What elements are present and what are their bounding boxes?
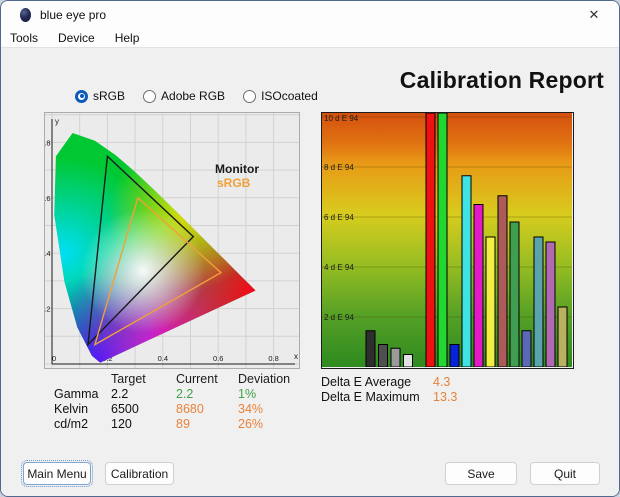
table-header-empty <box>54 372 111 387</box>
color-space-selector: sRGB Adobe RGB ISOcoated <box>75 89 318 103</box>
close-icon[interactable]: ✕ <box>579 4 609 25</box>
delta-e-average-label: Delta E Average <box>321 375 412 389</box>
title-bar: blue eye pro ✕ <box>1 1 619 28</box>
app-icon <box>20 7 31 22</box>
client-area: Calibration Report sRGB Adobe RGB ISOcoa… <box>1 49 619 496</box>
delta-e-chart-panel: 2 d E 94 4 d E 94 6 d E 94 8 d E 94 10 d E 9… <box>321 112 574 369</box>
radio-icon[interactable] <box>75 89 88 103</box>
bar-teal <box>533 236 544 367</box>
cie-chromaticity-diagram: 00.20.40.60.80.20.40.60.8xy Monitor sRGB <box>45 113 299 368</box>
row-label: Gamma <box>54 387 99 401</box>
table-header-deviation: Deviation <box>238 372 291 386</box>
menu-item-device[interactable]: Device <box>48 29 105 47</box>
bar-purple <box>545 241 556 367</box>
y-tick-label: 10 d E 94 <box>324 114 359 123</box>
menu-item-tools[interactable]: Tools <box>1 29 48 47</box>
y-tick-label: 8 d E 94 <box>324 163 354 172</box>
delta-e-bar-chart: 2 d E 94 4 d E 94 6 d E 94 8 d E 94 10 d E 9… <box>322 113 572 367</box>
x-tick-label: 0.8 <box>268 354 278 363</box>
x-tick-label: 0 <box>52 354 56 363</box>
bar-red <box>425 113 436 367</box>
row-current: 2.2 <box>176 387 194 401</box>
bar-red-brown <box>497 195 508 367</box>
y-tick-label: 0.8 <box>45 138 51 147</box>
calibration-button[interactable]: Calibration <box>105 462 174 485</box>
y-tick-label: 0.4 <box>45 249 51 258</box>
radio-icon[interactable] <box>243 89 257 103</box>
bar-olive <box>557 306 568 367</box>
row-current: 8680 <box>176 402 204 416</box>
delta-e-summary: Delta E Average 4.3 Delta E Maximum 13.3 <box>321 375 457 405</box>
row-target: 6500 <box>111 402 139 416</box>
radio-option-srgb[interactable]: sRGB <box>75 89 125 103</box>
page-title: Calibration Report <box>399 67 604 93</box>
results-table: Target Current Deviation Gamma 2.2 2.2 1… <box>54 372 313 432</box>
x-tick-label: 0.6 <box>213 354 223 363</box>
cie-spectrum-locus <box>54 133 256 363</box>
main-menu-button[interactable]: Main Menu <box>21 460 93 487</box>
y-tick-label: 0.2 <box>45 305 51 314</box>
radio-label: Adobe RGB <box>161 89 226 103</box>
y-tick-label: 6 d E 94 <box>324 213 354 222</box>
row-label: Kelvin <box>54 402 89 416</box>
bar-gray-light <box>403 354 413 367</box>
bar-gray-medium-dark <box>378 344 388 367</box>
legend-srgb-label: sRGB <box>217 176 251 190</box>
save-button[interactable]: Save <box>445 462 517 485</box>
menu-bar: Tools Device Help <box>1 28 619 48</box>
row-target: 2.2 <box>111 387 129 401</box>
y-tick-label: 0.6 <box>45 194 51 203</box>
delta-e-average-value: 4.3 <box>433 375 451 389</box>
cie-diagram-panel: 00.20.40.60.80.20.40.60.8xy Monitor sRGB <box>44 112 300 369</box>
bar-gray-dark <box>365 330 376 367</box>
y-tick-label: 4 d E 94 <box>324 263 354 272</box>
radio-option-isocoated[interactable]: ISOcoated <box>243 89 318 103</box>
row-deviation: 1% <box>238 387 257 401</box>
bar-yellow <box>485 236 496 367</box>
radio-icon[interactable] <box>143 89 157 103</box>
row-deviation: 34% <box>238 402 264 416</box>
row-deviation: 26% <box>238 417 264 431</box>
legend-monitor-label: Monitor <box>215 162 259 176</box>
y-tick-label: 2 d E 94 <box>324 313 354 322</box>
bar-cyan <box>461 175 472 367</box>
y-axis-label: y <box>55 117 59 126</box>
radio-label: ISOcoated <box>261 89 318 103</box>
bar-green <box>437 113 448 367</box>
table-header-target: Target <box>111 372 146 386</box>
row-target: 120 <box>111 417 132 431</box>
bar-slate-blue <box>521 330 532 367</box>
menu-item-help[interactable]: Help <box>105 29 150 47</box>
table-header-current: Current <box>176 372 218 386</box>
radio-label: sRGB <box>93 89 126 103</box>
delta-e-maximum-label: Delta E Maximum <box>321 390 420 404</box>
x-axis-label: x <box>294 352 298 361</box>
bar-magenta <box>473 204 484 367</box>
window-title: blue eye pro <box>40 7 107 22</box>
bar-blue <box>449 344 460 367</box>
delta-e-maximum-value: 13.3 <box>433 390 458 404</box>
quit-button[interactable]: Quit <box>530 462 600 485</box>
row-label: cd/m2 <box>54 417 89 431</box>
bar-sea-green <box>509 221 520 367</box>
radio-option-adobe-rgb[interactable]: Adobe RGB <box>143 89 225 103</box>
bar-gray-medium <box>390 347 401 367</box>
row-current: 89 <box>176 417 190 431</box>
x-tick-label: 0.4 <box>158 354 168 363</box>
app-window: blue eye pro ✕ Tools Device Help Calibra… <box>0 0 620 497</box>
